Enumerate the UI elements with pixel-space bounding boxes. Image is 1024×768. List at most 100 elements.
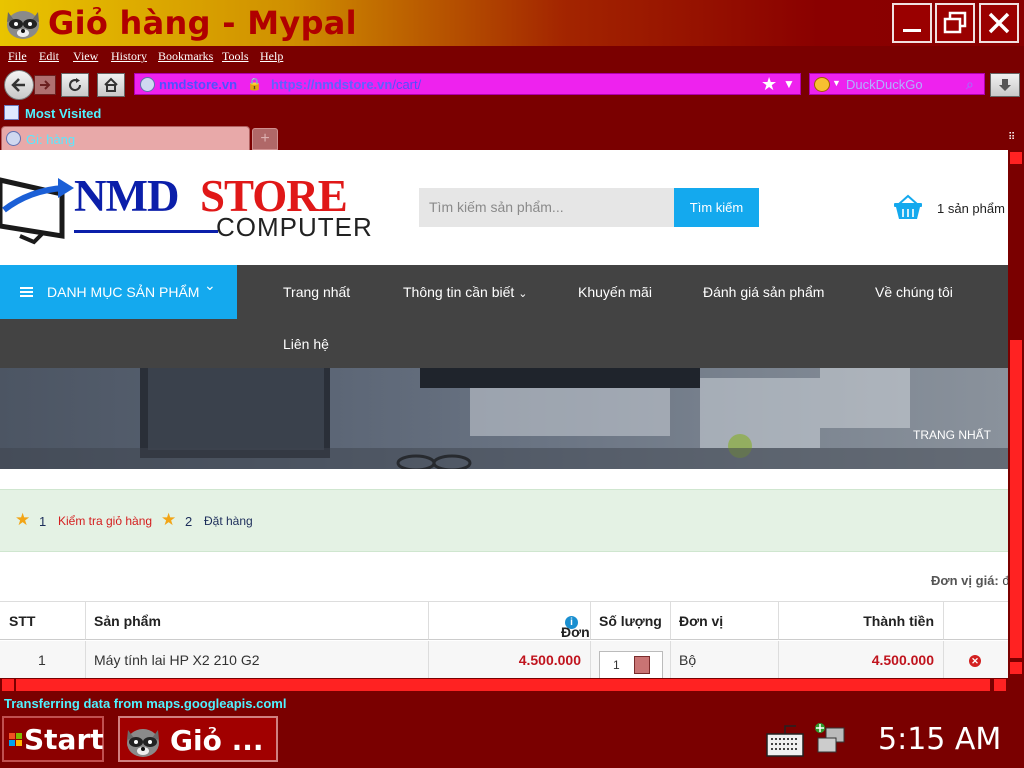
col-header-total: Thành tiền bbox=[779, 602, 944, 640]
menu-view[interactable]: View bbox=[73, 49, 98, 64]
clock[interactable]: 5:15 AM bbox=[878, 722, 1001, 757]
site-search-input[interactable]: Tìm kiếm sản phẩm... bbox=[419, 188, 674, 227]
col-header-unit: Đơn vị bbox=[671, 602, 779, 640]
close-button[interactable] bbox=[979, 3, 1019, 43]
menu-tools[interactable]: Tools bbox=[222, 49, 249, 64]
category-menu-label: DANH MỤC SẢN PHẨM bbox=[47, 284, 200, 300]
cell-product: Máy tính lai HP X2 210 G2 bbox=[86, 641, 429, 678]
status-bar: Transferring data from maps.googleapis.c… bbox=[0, 692, 1024, 714]
bookmark-star-icon[interactable]: ★ bbox=[761, 74, 777, 95]
keyboard-icon[interactable] bbox=[766, 724, 804, 758]
mypal-raccoon-icon bbox=[7, 11, 39, 39]
col-header-unit-price: Đơn giái bbox=[429, 602, 591, 656]
duckduckgo-icon bbox=[814, 77, 830, 92]
page-banner: TRANG NHẤT bbox=[0, 368, 1008, 469]
reload-button[interactable] bbox=[61, 73, 89, 97]
site-identity[interactable]: nmdstore.vn bbox=[159, 77, 237, 92]
logo-nmd-text: NMD bbox=[74, 171, 179, 221]
scrollbar-corner bbox=[1008, 678, 1024, 692]
url-dropdown-icon[interactable]: ▼ bbox=[783, 77, 795, 91]
step-1-star-icon: ★ bbox=[15, 510, 31, 529]
quantity-spinner-icon[interactable] bbox=[634, 656, 650, 674]
chevron-down-icon: ⌄ bbox=[204, 277, 216, 293]
nav-info-chevron-icon: ⌄ bbox=[518, 288, 528, 300]
home-button[interactable] bbox=[97, 73, 125, 97]
menu-help[interactable]: Help bbox=[260, 49, 283, 64]
back-button[interactable] bbox=[4, 70, 34, 100]
menu-history[interactable]: History bbox=[111, 49, 147, 64]
desk-photo-image bbox=[0, 368, 1008, 469]
cell-stt-value: 1 bbox=[38, 652, 46, 668]
start-label: Start bbox=[24, 723, 104, 756]
logo-computer-text: COMPUTER bbox=[216, 212, 373, 242]
cart-count[interactable]: 1 sản phẩm bbox=[937, 201, 1005, 216]
col-header-unit-label: Đơn vị bbox=[679, 613, 724, 629]
step-2-label[interactable]: Đặt hàng bbox=[204, 514, 253, 528]
site-logo[interactable]: NMD STORE COMPUTER bbox=[0, 170, 373, 250]
window-titlebar[interactable]: Giỏ hàng - Mypal bbox=[0, 0, 1024, 46]
breadcrumb[interactable]: TRANG NHẤT bbox=[913, 428, 991, 442]
new-tab-button[interactable]: + bbox=[252, 128, 278, 150]
most-visited-bookmark[interactable]: Most Visited bbox=[25, 106, 101, 121]
cell-quantity: 1 bbox=[591, 641, 671, 678]
remove-item-icon[interactable]: ✕ bbox=[969, 655, 981, 667]
search-engine-dropdown-icon[interactable]: ▼ bbox=[832, 78, 841, 88]
monitor-logo-icon bbox=[0, 177, 74, 245]
minimize-button[interactable] bbox=[892, 3, 932, 43]
tab-cart[interactable]: Gi: hàng bbox=[1, 126, 250, 150]
taskbar-window-label: Giỏ ... bbox=[170, 724, 264, 757]
cell-unit-value: Bộ bbox=[679, 652, 697, 668]
nav-promo[interactable]: Khuyến mãi bbox=[578, 284, 652, 300]
menu-file[interactable]: File bbox=[8, 49, 27, 64]
cart-table: STT Sản phẩm Đơn giái Số lượng Đơn vị Th… bbox=[0, 601, 1008, 678]
start-button[interactable]: Start bbox=[2, 716, 104, 762]
col-header-product: Sản phẩm bbox=[86, 602, 429, 640]
cell-remove: ✕ bbox=[944, 641, 1008, 678]
home-icon bbox=[104, 77, 118, 92]
step-2-star-icon: ★ bbox=[161, 510, 177, 529]
download-arrow-icon bbox=[999, 79, 1011, 91]
scroll-right-button[interactable] bbox=[994, 679, 1006, 691]
nav-about[interactable]: Về chúng tôi bbox=[875, 284, 953, 300]
product-link[interactable]: Máy tính lai HP X2 210 G2 bbox=[94, 652, 260, 668]
maximize-button[interactable] bbox=[935, 3, 975, 43]
minimize-icon bbox=[903, 29, 921, 32]
nav-info-label: Thông tin cần biết bbox=[403, 284, 515, 300]
horizontal-scrollbar[interactable] bbox=[0, 678, 1008, 692]
desktop: Giỏ hàng - Mypal File Edit View History … bbox=[0, 0, 1024, 768]
url-text[interactable]: https://nmdstore.vn/cart/ bbox=[271, 77, 421, 92]
horizontal-scroll-thumb[interactable] bbox=[16, 679, 990, 691]
scroll-up-button[interactable] bbox=[1010, 152, 1022, 164]
site-search-button[interactable]: Tìm kiếm bbox=[674, 188, 759, 227]
url-bar[interactable]: nmdstore.vn 🔒 https://nmdstore.vn/cart/ … bbox=[134, 73, 801, 95]
nav-info[interactable]: Thông tin cần biết ⌄ bbox=[403, 284, 527, 300]
cell-unit-price: 4.500.000 bbox=[429, 641, 591, 678]
shopping-basket-icon[interactable] bbox=[893, 194, 923, 220]
col-header-quantity-label: Số lượng bbox=[599, 613, 662, 629]
category-menu-button[interactable]: DANH MỤC SẢN PHẨM ⌄ bbox=[0, 265, 237, 319]
vertical-scroll-thumb[interactable] bbox=[1010, 340, 1022, 658]
nav-home[interactable]: Trang nhất bbox=[283, 284, 350, 300]
vertical-scrollbar[interactable] bbox=[1008, 150, 1024, 678]
tab-list-icon[interactable]: ⠿ bbox=[1008, 132, 1015, 143]
nav-contact[interactable]: Liên hệ bbox=[283, 336, 329, 352]
tab-bar: Gi: hàng + ⠿ bbox=[0, 124, 1024, 150]
hamburger-icon bbox=[20, 287, 33, 297]
taskbar-mypal-window[interactable]: Giỏ ... bbox=[118, 716, 278, 762]
downloads-button[interactable] bbox=[990, 73, 1020, 97]
taskbar: Start Giỏ ... 5:15 AM bbox=[0, 714, 1024, 768]
menu-bookmarks[interactable]: Bookmarks bbox=[158, 49, 213, 64]
search-icon[interactable]: ⌕ bbox=[966, 76, 974, 93]
network-icon[interactable] bbox=[812, 722, 848, 758]
scroll-down-button[interactable] bbox=[1010, 662, 1022, 674]
nav-reviews[interactable]: Đánh giá sản phẩm bbox=[703, 284, 824, 300]
logo-underline bbox=[74, 230, 218, 233]
search-placeholder: DuckDuckGo bbox=[846, 77, 923, 92]
col-header-total-label: Thành tiền bbox=[863, 613, 934, 629]
scroll-left-button[interactable] bbox=[2, 679, 14, 691]
forward-button[interactable] bbox=[34, 75, 56, 95]
search-bar[interactable]: ▼ DuckDuckGo ⌕ bbox=[809, 73, 985, 95]
menu-edit[interactable]: Edit bbox=[39, 49, 59, 64]
quantity-stepper[interactable]: 1 bbox=[599, 651, 663, 678]
step-1-label[interactable]: Kiểm tra giỏ hàng bbox=[58, 514, 152, 528]
